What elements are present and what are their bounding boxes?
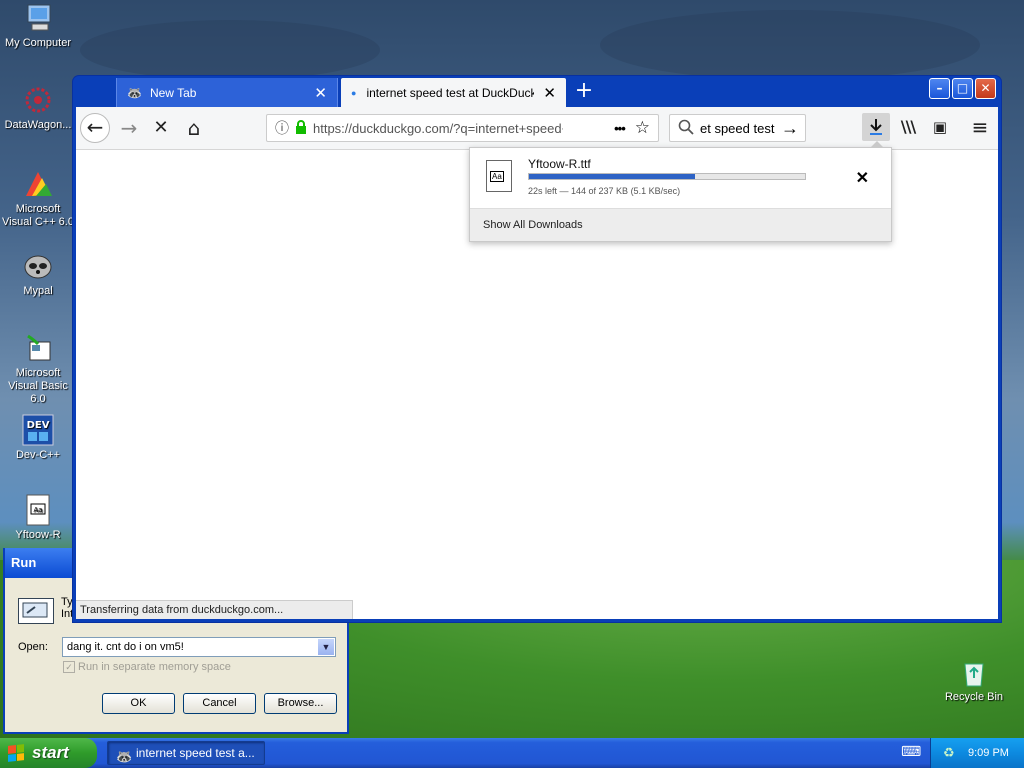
desktop-icon-label: DataWagon... xyxy=(4,119,72,131)
forward-button[interactable]: → xyxy=(114,113,144,143)
maximize-button[interactable]: □ xyxy=(952,78,973,99)
tab-duckduckgo[interactable]: ● internet speed test at DuckDuckGo ✕ xyxy=(341,78,566,107)
system-tray: ♻ 9:09 PM xyxy=(930,738,1024,768)
search-bar[interactable]: et speed test → xyxy=(669,114,806,142)
window-controls: – □ ✕ xyxy=(929,78,996,99)
download-status-text: 22s left — 144 of 237 KB (5.1 KB/sec) xyxy=(528,186,681,196)
library-icon[interactable]: \\\ xyxy=(894,113,922,141)
tab-strip: 🦝 New Tab ✕ ● internet speed test at Duc… xyxy=(76,76,998,107)
run-icon xyxy=(18,598,54,624)
tab-new-tab[interactable]: 🦝 New Tab ✕ xyxy=(116,78,338,107)
new-tab-button[interactable]: + xyxy=(572,80,596,104)
open-label: Open: xyxy=(18,641,48,653)
show-all-downloads-button[interactable]: Show All Downloads xyxy=(470,208,891,241)
svg-text:Aa: Aa xyxy=(33,506,42,514)
desktop-icon-visual-basic[interactable]: Microsoft Visual Basic 6.0 xyxy=(0,332,76,406)
visual-cpp-icon xyxy=(22,168,54,200)
loading-dot-icon: ● xyxy=(351,87,357,98)
desktop-icon-my-computer[interactable]: My Computer xyxy=(0,2,76,50)
search-icon xyxy=(678,119,694,138)
visual-basic-icon xyxy=(22,332,54,364)
raccoon-icon xyxy=(22,250,54,282)
search-input-value[interactable]: et speed test xyxy=(700,121,781,136)
keyboard-icon[interactable]: ⌨ xyxy=(901,742,921,762)
recycle-bin-icon xyxy=(958,656,990,688)
bookmark-star-icon[interactable]: ☆ xyxy=(635,118,650,138)
desktop-icon-label: Microsoft Visual C++ 6.0 xyxy=(2,203,74,228)
desktop-icon-label: Microsoft Visual Basic 6.0 xyxy=(8,367,68,405)
run-dialog-title[interactable]: Run xyxy=(5,548,77,578)
search-go-icon[interactable]: → xyxy=(781,118,799,139)
url-text: https://duckduckgo.com/?q=internet+speed… xyxy=(313,120,563,136)
page-actions-icon[interactable]: ••• xyxy=(614,121,626,136)
desktop-icon-label: Mypal xyxy=(23,285,53,297)
run-description: Ty Int xyxy=(61,596,73,620)
svg-text:DEV: DEV xyxy=(27,420,50,431)
clock[interactable]: 9:09 PM xyxy=(968,738,1009,768)
cancel-button[interactable]: Cancel xyxy=(183,693,256,714)
font-file-icon xyxy=(486,160,512,192)
separate-memory-checkbox[interactable]: ✓ Run in separate memory space xyxy=(63,661,231,674)
taskbar-item-label: internet speed test a... xyxy=(136,746,255,760)
start-button[interactable]: start xyxy=(0,738,97,768)
desktop-icon-recycle-bin[interactable]: Recycle Bin xyxy=(936,656,1012,704)
ok-button[interactable]: OK xyxy=(102,693,175,714)
cloud-decoration xyxy=(600,10,980,80)
close-tab-icon[interactable]: ✕ xyxy=(543,84,556,102)
tab-label: internet speed test at DuckDuckGo xyxy=(366,85,535,100)
chevron-down-icon[interactable]: ▼ xyxy=(318,639,334,655)
network-icon[interactable]: ♻ xyxy=(943,745,959,761)
minimize-button[interactable]: – xyxy=(929,78,950,99)
computer-icon xyxy=(22,2,54,34)
desktop-icon-label: Dev-C++ xyxy=(15,449,61,461)
stop-button[interactable]: ✕ xyxy=(146,113,176,143)
desktop-icon-label: Recycle Bin xyxy=(944,691,1004,703)
download-progress-bar xyxy=(528,173,806,180)
open-input[interactable]: dang it. cnt do i on vm5! ▼ xyxy=(62,637,336,657)
close-tab-icon[interactable]: ✕ xyxy=(314,84,327,102)
lock-icon xyxy=(295,119,307,137)
desktop-icon-datawagon[interactable]: DataWagon... xyxy=(0,84,76,132)
address-bar[interactable]: ⓘ https://duckduckgo.com/?q=internet+spe… xyxy=(266,114,659,142)
download-file-name: Yftoow-R.ttf xyxy=(528,157,591,171)
mypal-icon: 🦝 xyxy=(116,749,133,764)
downloads-button[interactable] xyxy=(862,113,890,141)
taskbar: start 🦝 internet speed test a... ⌨ ♻ 9:0… xyxy=(0,738,1024,768)
checkbox-icon: ✓ xyxy=(63,661,75,674)
font-file-icon: Aa xyxy=(22,494,54,526)
menu-icon[interactable]: ≡ xyxy=(966,113,994,141)
run-description-line: Ty xyxy=(61,596,73,608)
close-window-button[interactable]: ✕ xyxy=(975,78,996,99)
browse-button[interactable]: Browse... xyxy=(264,693,337,714)
mypal-favicon-icon: 🦝 xyxy=(127,85,142,100)
info-icon[interactable]: ⓘ xyxy=(275,118,289,138)
status-bar: Transferring data from duckduckgo.com... xyxy=(76,600,353,619)
back-button[interactable]: ← xyxy=(80,113,110,143)
checkbox-label: Run in separate memory space xyxy=(78,661,231,673)
sidebar-icon[interactable]: ▣ xyxy=(926,113,954,141)
desktop-icon-yftoow-r[interactable]: Aa Yftoow-R xyxy=(0,494,76,542)
dev-cpp-icon: DEV xyxy=(22,414,54,446)
open-input-value: dang it. cnt do i on vm5! xyxy=(67,641,184,653)
desktop-icon-mypal[interactable]: Mypal xyxy=(0,250,76,298)
download-item[interactable]: Yftoow-R.ttf 22s left — 144 of 237 KB (5… xyxy=(470,148,891,210)
tab-label: New Tab xyxy=(149,85,197,100)
home-button[interactable]: ⌂ xyxy=(179,113,209,143)
windows-logo-icon xyxy=(8,744,24,762)
start-label: start xyxy=(32,743,69,762)
desktop-icon-dev-cpp[interactable]: DEV Dev-C++ xyxy=(0,414,76,462)
datawagon-icon xyxy=(22,84,54,116)
taskbar-item-browser[interactable]: 🦝 internet speed test a... xyxy=(107,741,265,765)
cancel-download-icon[interactable]: ✕ xyxy=(856,168,869,188)
downloads-panel: Yftoow-R.ttf 22s left — 144 of 237 KB (5… xyxy=(469,141,892,242)
navigation-toolbar: ← → ✕ ⌂ ⓘ https://duckduckgo.com/?q=inte… xyxy=(76,107,998,150)
run-description-line: Int xyxy=(61,608,74,620)
desktop-icon-label: My Computer xyxy=(4,37,72,49)
cloud-decoration xyxy=(80,20,380,80)
desktop-icon-visual-cpp[interactable]: Microsoft Visual C++ 6.0 xyxy=(0,168,76,229)
download-progress-fill xyxy=(529,174,695,179)
desktop-icon-label: Yftoow-R xyxy=(15,529,61,541)
